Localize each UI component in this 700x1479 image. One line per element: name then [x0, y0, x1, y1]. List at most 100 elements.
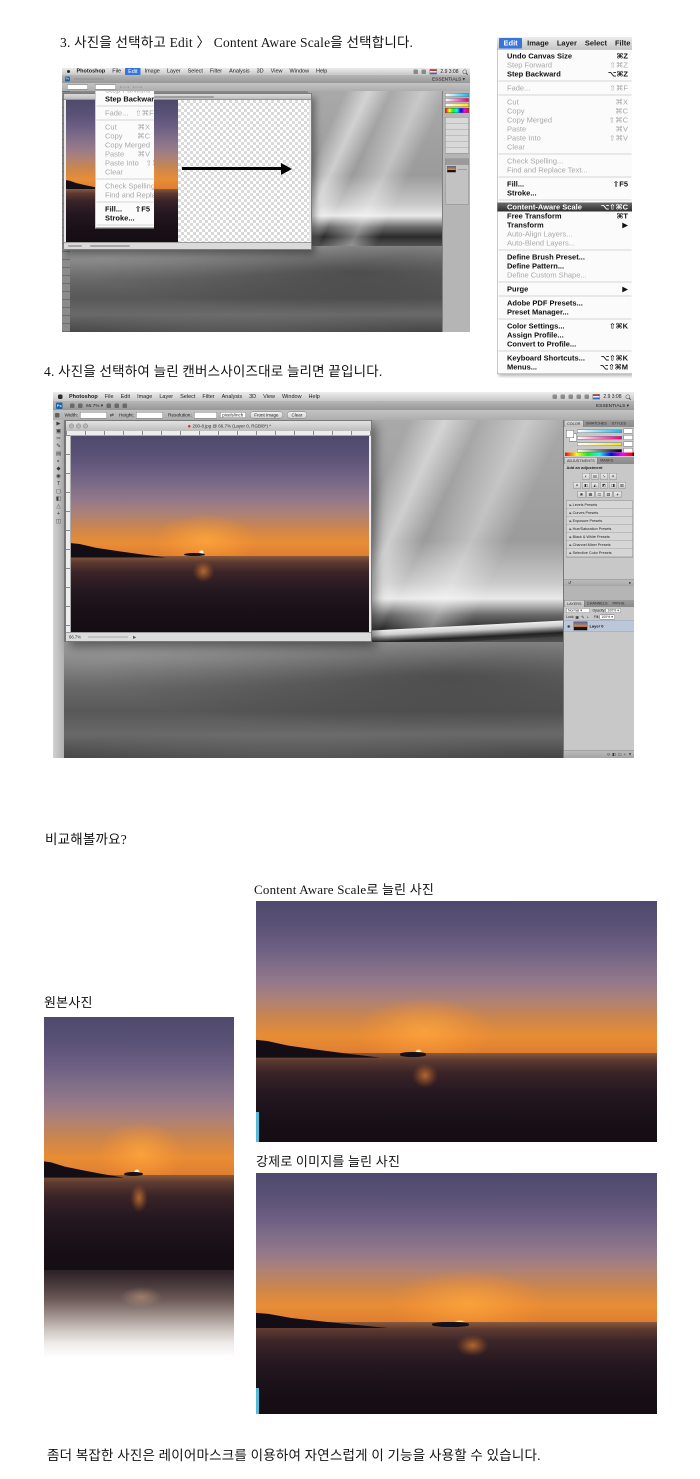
spectrum-bar[interactable]: [445, 108, 469, 113]
menu-item-keyboard-shortcuts[interactable]: Keyboard Shortcuts...⌥⇧⌘K: [498, 354, 633, 363]
menu-item-stroke[interactable]: Stroke...: [498, 189, 633, 198]
menubar-item-help[interactable]: Help: [309, 394, 320, 400]
menubar-item-window[interactable]: Window: [282, 394, 302, 400]
lock-transparent-icon[interactable]: ▣: [575, 615, 579, 620]
magenta-value[interactable]: [624, 435, 634, 440]
option-chip[interactable]: [133, 86, 142, 88]
tool-icon-item[interactable]: ◧: [53, 495, 64, 503]
option-field[interactable]: [67, 85, 88, 90]
menu-item-assign-profile[interactable]: Assign Profile...: [498, 331, 633, 340]
tool-icon-item[interactable]: △: [53, 503, 64, 511]
panel-tab-swatches[interactable]: SWATCHES: [583, 420, 609, 427]
input-language-flag-icon[interactable]: [592, 394, 600, 400]
apple-logo-icon[interactable]: [67, 70, 70, 73]
yellow-value[interactable]: [624, 442, 634, 447]
toolbar-controls[interactable]: [74, 79, 104, 80]
menu-item-fill[interactable]: Fill...⇧F5: [498, 180, 633, 189]
menubar-item-image[interactable]: Image: [527, 39, 549, 48]
apple-logo-icon[interactable]: [58, 394, 63, 399]
menu-item-define-brush-preset[interactable]: Define Brush Preset...: [498, 253, 633, 262]
zoom-window-icon[interactable]: [83, 424, 88, 429]
menubar-item-file[interactable]: File: [112, 68, 121, 75]
screen-mode-icon[interactable]: [123, 403, 128, 408]
adjustment-icon-item[interactable]: ◙: [578, 491, 586, 498]
blend-mode-select[interactable]: Normal ▾: [566, 608, 590, 613]
menu-item-transform[interactable]: Transform▶: [498, 221, 633, 230]
menu-item-fill[interactable]: Fill...⇧F5: [96, 205, 155, 214]
menubar-item-layer[interactable]: Layer: [159, 394, 173, 400]
menubar-item-3d[interactable]: 3D: [249, 394, 256, 400]
menu-item-step-backward[interactable]: Step Backward⌥⌘Z: [96, 95, 155, 104]
adjustment-icon-item[interactable]: ▦: [587, 491, 595, 498]
tool-icon-item[interactable]: ✎: [53, 443, 64, 451]
menubar-item-edit[interactable]: Edit: [499, 38, 522, 49]
layer-thumbnail[interactable]: [447, 166, 456, 173]
menu-item-menus[interactable]: Menus...⌥⇧⌘M: [498, 363, 633, 372]
adjustment-icon-item[interactable]: ▨: [618, 482, 626, 489]
adjustment-icon-item[interactable]: ◕: [614, 491, 622, 498]
tool-icon-item[interactable]: ✂: [53, 435, 64, 443]
adjustment-icon-item[interactable]: ◩: [600, 482, 608, 489]
yellow-slider[interactable]: [577, 442, 622, 446]
panel-tab-color[interactable]: COLOR: [564, 420, 583, 427]
front-image-button[interactable]: Front Image: [250, 412, 283, 419]
tool-icon-t[interactable]: T: [53, 480, 64, 488]
status-arrow-icon[interactable]: ▶: [133, 634, 136, 640]
layer-visibility-eye-icon[interactable]: ◉: [567, 624, 570, 629]
adjustment-icon-item[interactable]: ◧: [582, 482, 590, 489]
adjustment-icon-item[interactable]: ▧: [605, 491, 613, 498]
bridge-icon[interactable]: [70, 403, 75, 408]
adjustment-icon-item[interactable]: ◨: [609, 482, 617, 489]
menu-item-content-aware-scale[interactable]: Content-Aware Scale⌥⇧⌘C: [498, 203, 633, 212]
resolution-unit-select[interactable]: pixels/inch: [220, 412, 246, 418]
menubar-item-image[interactable]: Image: [137, 394, 152, 400]
menubar-item-3d[interactable]: 3D: [257, 68, 264, 75]
menubar-item-layer[interactable]: Layer: [167, 68, 181, 75]
preset-channel-mixer-presets[interactable]: Channel Mixer Presets: [567, 541, 633, 549]
menu-item-free-transform[interactable]: Free Transform⌘T: [498, 212, 633, 221]
document-window-large[interactable]: 200-8.jpg @ 66.7% (Layer 0, RGB/8*) *: [65, 420, 372, 642]
layers-footer-icon-item[interactable]: ◧: [612, 752, 616, 757]
menubar-item-file[interactable]: File: [105, 394, 114, 400]
menu-item-define-pattern[interactable]: Define Pattern...: [498, 262, 633, 271]
menubar-item-image[interactable]: Image: [145, 68, 160, 75]
width-field[interactable]: [80, 412, 107, 419]
menu-item-content-aware-scale[interactable]: Content-Aware Scale⌥⇧⌘C: [96, 228, 155, 230]
fill-value[interactable]: 100% ▾: [599, 615, 615, 620]
preset-black-white-presets[interactable]: Black & White Presets: [567, 533, 633, 541]
panel-tab-layers[interactable]: LAYERS: [564, 600, 585, 607]
adjustment-icon-item[interactable]: ▤: [591, 473, 599, 480]
spectrum-bar[interactable]: [565, 453, 634, 457]
resolution-field[interactable]: [194, 412, 217, 419]
tool-icon-item[interactable]: +: [53, 510, 64, 518]
menu-item-stroke[interactable]: Stroke...: [96, 214, 155, 223]
menubar-item-edit[interactable]: Edit: [121, 394, 130, 400]
magenta-slider[interactable]: [577, 436, 622, 440]
clear-button[interactable]: Clear: [287, 412, 307, 419]
cyan-slider[interactable]: [445, 93, 469, 97]
panel-tab-adjustments[interactable]: ADJUSTMENTS: [564, 457, 598, 464]
view-extras-icon[interactable]: [78, 403, 83, 408]
status-zoom-value[interactable]: 66.7%: [69, 635, 81, 640]
return-icon[interactable]: ↺: [568, 581, 571, 586]
layers-footer-icon-item[interactable]: +: [624, 752, 626, 757]
tool-icon-item[interactable]: ◆: [53, 465, 64, 473]
menubar-item-view[interactable]: View: [263, 394, 275, 400]
layer-row[interactable]: ◉ Layer 0: [564, 620, 634, 632]
height-field[interactable]: [136, 412, 163, 419]
menubar-item-edit[interactable]: Edit: [125, 68, 140, 75]
crop-tool-icon[interactable]: [55, 413, 60, 418]
menu-item-preset-manager[interactable]: Preset Manager...: [498, 308, 633, 317]
tool-icon-item[interactable]: ◐: [53, 458, 64, 466]
spotlight-icon[interactable]: [463, 69, 468, 74]
menubar-item-window[interactable]: Window: [289, 68, 309, 75]
hand-tool-icon[interactable]: [107, 403, 112, 408]
zoom-level-control[interactable]: 66.7% ▾: [86, 403, 103, 409]
panel-tab-styles[interactable]: STYLES: [609, 420, 628, 427]
layers-footer-icon-item[interactable]: ▼: [628, 752, 632, 757]
menu-item-undo-canvas-size[interactable]: Undo Canvas Size⌘Z: [498, 52, 633, 61]
menubar-item-photoshop[interactable]: Photoshop: [77, 68, 106, 75]
menubar-item-filter[interactable]: Filter: [202, 394, 214, 400]
tool-icon-item[interactable]: ▣: [53, 428, 64, 436]
adjustment-icon-item[interactable]: ◫: [596, 491, 604, 498]
